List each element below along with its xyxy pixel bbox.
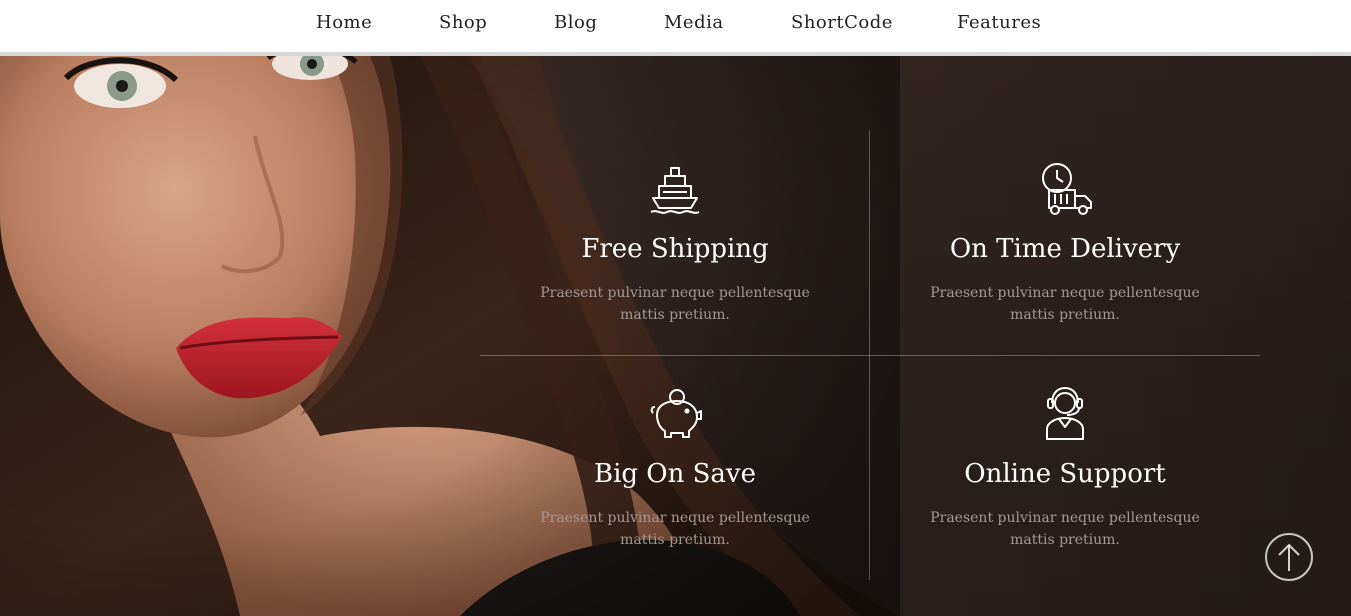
nav-item-home[interactable]: Home [316, 12, 372, 33]
feature-online-support: Online Support Praesent pulvinar neque p… [870, 355, 1260, 580]
feature-desc-line: mattis pretium. [620, 532, 730, 548]
features-grid: Free Shipping Praesent pulvinar neque pe… [480, 130, 1260, 580]
feature-description: Praesent pulvinar neque pellentesque mat… [890, 282, 1240, 326]
feature-description: Praesent pulvinar neque pellentesque mat… [890, 507, 1240, 551]
top-navigation: Home Shop Blog Media ShortCode Features [0, 0, 1351, 56]
nav-item-shortcode[interactable]: ShortCode [791, 12, 893, 33]
piggy-bank-icon [650, 389, 702, 438]
feature-description: Praesent pulvinar neque pellentesque mat… [500, 507, 850, 551]
nav-item-media[interactable]: Media [664, 12, 724, 33]
ship-icon [650, 167, 700, 214]
delivery-truck-clock-icon [1042, 163, 1092, 215]
feature-desc-line: Praesent pulvinar neque pellentesque [930, 510, 1200, 526]
feature-title: Big On Save [593, 459, 757, 489]
nav-item-blog[interactable]: Blog [554, 12, 597, 33]
scroll-to-top-button[interactable] [1265, 533, 1313, 581]
feature-desc-line: Praesent pulvinar neque pellentesque [930, 285, 1200, 301]
feature-description: Praesent pulvinar neque pellentesque mat… [500, 282, 850, 326]
feature-on-time-delivery: On Time Delivery Praesent pulvinar neque… [870, 130, 1260, 355]
headset-support-icon [1046, 387, 1084, 440]
feature-desc-line: mattis pretium. [1010, 532, 1120, 548]
feature-title: Free Shipping [581, 234, 769, 264]
feature-big-on-save: Big On Save Praesent pulvinar neque pell… [480, 355, 870, 580]
nav-item-features[interactable]: Features [957, 12, 1041, 33]
feature-title: On Time Delivery [949, 234, 1181, 264]
feature-desc-line: Praesent pulvinar neque pellentesque [540, 285, 810, 301]
feature-desc-line: Praesent pulvinar neque pellentesque [540, 510, 810, 526]
feature-title: Online Support [964, 459, 1166, 489]
hero-banner: Free Shipping Praesent pulvinar neque pe… [0, 56, 1351, 616]
arrow-up-circle-icon [1278, 543, 1300, 571]
feature-desc-line: mattis pretium. [620, 307, 730, 323]
feature-free-shipping: Free Shipping Praesent pulvinar neque pe… [480, 130, 870, 355]
nav-item-shop[interactable]: Shop [439, 12, 487, 33]
feature-desc-line: mattis pretium. [1010, 307, 1120, 323]
